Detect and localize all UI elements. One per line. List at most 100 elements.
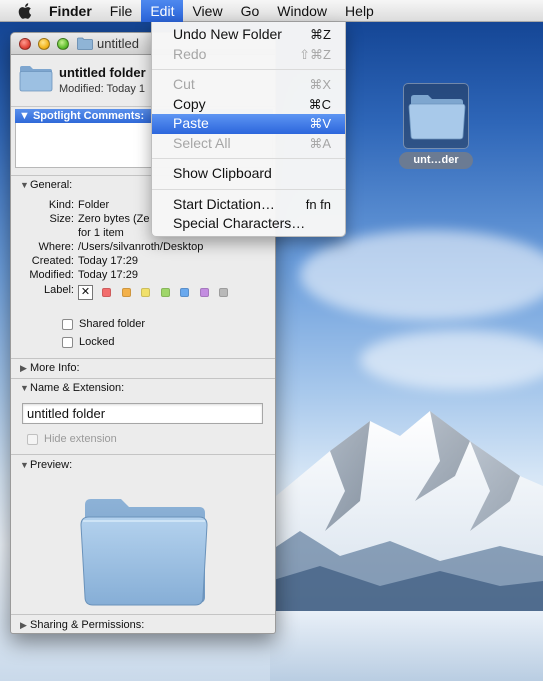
folder-icon <box>77 37 93 50</box>
menu-item-cut: Cut ⌘X <box>152 75 345 95</box>
menu-edit[interactable]: Edit <box>141 0 184 22</box>
spotlight-comments-label: Spotlight Comments: <box>32 110 145 122</box>
menu-item-shortcut: ⌘Z <box>310 27 331 42</box>
hide-extension-checkbox: Hide extension <box>27 433 117 445</box>
shared-folder-label: Shared folder <box>79 318 146 330</box>
menu-window[interactable]: Window <box>268 0 336 22</box>
label-yellow-swatch[interactable] <box>141 288 150 297</box>
disclosure-closed-icon: ▶ <box>20 363 27 373</box>
size-value: Zero bytes (Ze <box>78 213 150 225</box>
menu-item-paste[interactable]: Paste ⌘V <box>152 114 345 134</box>
menu-go[interactable]: Go <box>232 0 269 22</box>
general-label: General: <box>30 179 73 191</box>
menu-item-shortcut: ⌘C <box>308 96 331 112</box>
minimize-button[interactable] <box>38 38 50 50</box>
modified-label: Modified: <box>29 269 74 281</box>
menu-item-special-characters[interactable]: Special Characters… <box>152 214 345 234</box>
divider <box>11 614 275 615</box>
label-red-swatch[interactable] <box>102 288 111 297</box>
menu-item-undo[interactable]: Undo New Folder ⌘Z <box>152 25 345 45</box>
label-gray-swatch[interactable] <box>219 288 228 297</box>
more-info-header[interactable]: ▶ More Info: <box>11 359 275 377</box>
more-info-section: ▶ More Info: <box>11 359 275 377</box>
disclosure-open-icon: ▼ <box>20 460 29 470</box>
divider <box>11 454 275 455</box>
size-value-line2: for 1 item <box>78 227 124 239</box>
shared-folder-checkbox[interactable]: Shared folder <box>62 318 145 330</box>
menu-item-shortcut: ⌘X <box>309 77 331 92</box>
zoom-button[interactable] <box>57 38 69 50</box>
label-color-picker: ✕ <box>78 285 239 300</box>
desktop-folder-label[interactable]: unt…der <box>399 152 473 169</box>
disclosure-open-icon: ▼ <box>20 180 29 190</box>
menu-item-redo: Redo ⇧⌘Z <box>152 45 345 65</box>
menu-item-label: Redo <box>173 45 207 62</box>
menu-item-shortcut: ⇧⌘Z <box>299 46 331 62</box>
menu-separator <box>152 69 345 70</box>
more-info-label: More Info: <box>30 362 80 374</box>
where-label: Where: <box>38 241 74 253</box>
label-orange-swatch[interactable] <box>121 288 131 297</box>
menu-item-label: Start Dictation… <box>173 195 275 212</box>
sharing-permissions-label: Sharing & Permissions: <box>30 619 145 631</box>
checkbox-box <box>27 433 38 445</box>
close-button[interactable] <box>19 38 31 50</box>
label-label: Label: <box>44 284 74 296</box>
menu-item-shortcut: ⌘A <box>309 135 331 151</box>
menu-item-start-dictation[interactable]: Start Dictation… fn fn <box>152 195 345 215</box>
disclosure-closed-icon: ▶ <box>20 620 27 630</box>
menu-item-label: Select All <box>173 134 231 151</box>
hide-extension-label: Hide extension <box>44 433 117 445</box>
menu-item-select-all: Select All ⌘A <box>152 134 345 154</box>
name-extension-label: Name & Extension: <box>30 382 125 394</box>
menu-separator <box>152 188 345 190</box>
checkbox-box[interactable] <box>62 318 73 330</box>
menu-item-shortcut: ⌘V <box>309 116 331 131</box>
created-label: Created: <box>31 255 74 267</box>
sharing-permissions-header[interactable]: ▶ Sharing & Permissions: <box>11 616 275 633</box>
menu-item-label: Cut <box>173 76 195 92</box>
modified-value: Today 17:29 <box>78 269 138 281</box>
menu-item-copy[interactable]: Copy ⌘C <box>152 95 345 115</box>
name-field[interactable]: untitled folder <box>22 403 263 424</box>
modified-summary: Modified: Today 1 <box>59 83 146 95</box>
kind-label: Kind: <box>48 199 74 211</box>
kind-value: Folder <box>78 199 110 211</box>
checkbox-box[interactable] <box>62 336 73 348</box>
menu-item-label: Undo New Folder <box>173 26 282 42</box>
locked-label: Locked <box>79 336 115 348</box>
sharing-permissions-section: ▶ Sharing & Permissions: <box>11 616 275 633</box>
label-green-swatch[interactable] <box>160 288 170 297</box>
edit-menu-dropdown: Undo New Folder ⌘Z Redo ⇧⌘Z Cut ⌘X Copy ⌘C P… <box>151 22 346 237</box>
menu-separator <box>152 158 345 159</box>
menu-item-label: Show Clipboard <box>173 165 272 181</box>
label-purple-swatch[interactable] <box>199 288 209 297</box>
menu-item-label: Special Characters… <box>173 215 306 231</box>
menu-item-label: Copy <box>173 95 206 112</box>
locked-checkbox[interactable]: Locked <box>62 336 114 348</box>
disclosure-open-icon: ▼ <box>20 383 29 393</box>
menu-item-show-clipboard[interactable]: Show Clipboard <box>152 164 345 184</box>
name-extension-section: ▼Name & Extension: <box>11 379 275 397</box>
preview-label: Preview: <box>30 459 73 471</box>
apple-logo-icon[interactable] <box>14 0 36 22</box>
file-name: untitled folder <box>59 65 146 80</box>
menu-item-label: Paste <box>173 115 209 131</box>
desktop-folder-icon[interactable] <box>403 83 469 149</box>
folder-icon <box>408 95 466 140</box>
folder-preview-icon <box>80 499 208 606</box>
window-title: untitled <box>97 36 139 51</box>
size-label: Size: <box>49 213 74 225</box>
menu-file[interactable]: File <box>101 0 142 22</box>
menu-help[interactable]: Help <box>336 0 383 22</box>
label-none-swatch[interactable]: ✕ <box>78 285 93 300</box>
preview-section: ▼Preview: <box>11 456 275 474</box>
folder-icon <box>19 66 53 92</box>
label-blue-swatch[interactable] <box>180 288 189 297</box>
preview-header[interactable]: ▼Preview: <box>11 456 275 474</box>
menu-finder[interactable]: Finder <box>40 0 101 22</box>
menu-view[interactable]: View <box>183 0 231 22</box>
menu-bar: Finder File Edit View Go Window Help <box>0 0 543 22</box>
name-extension-header[interactable]: ▼Name & Extension: <box>11 379 275 397</box>
where-value: /Users/silvanroth/Desktop <box>78 241 204 253</box>
